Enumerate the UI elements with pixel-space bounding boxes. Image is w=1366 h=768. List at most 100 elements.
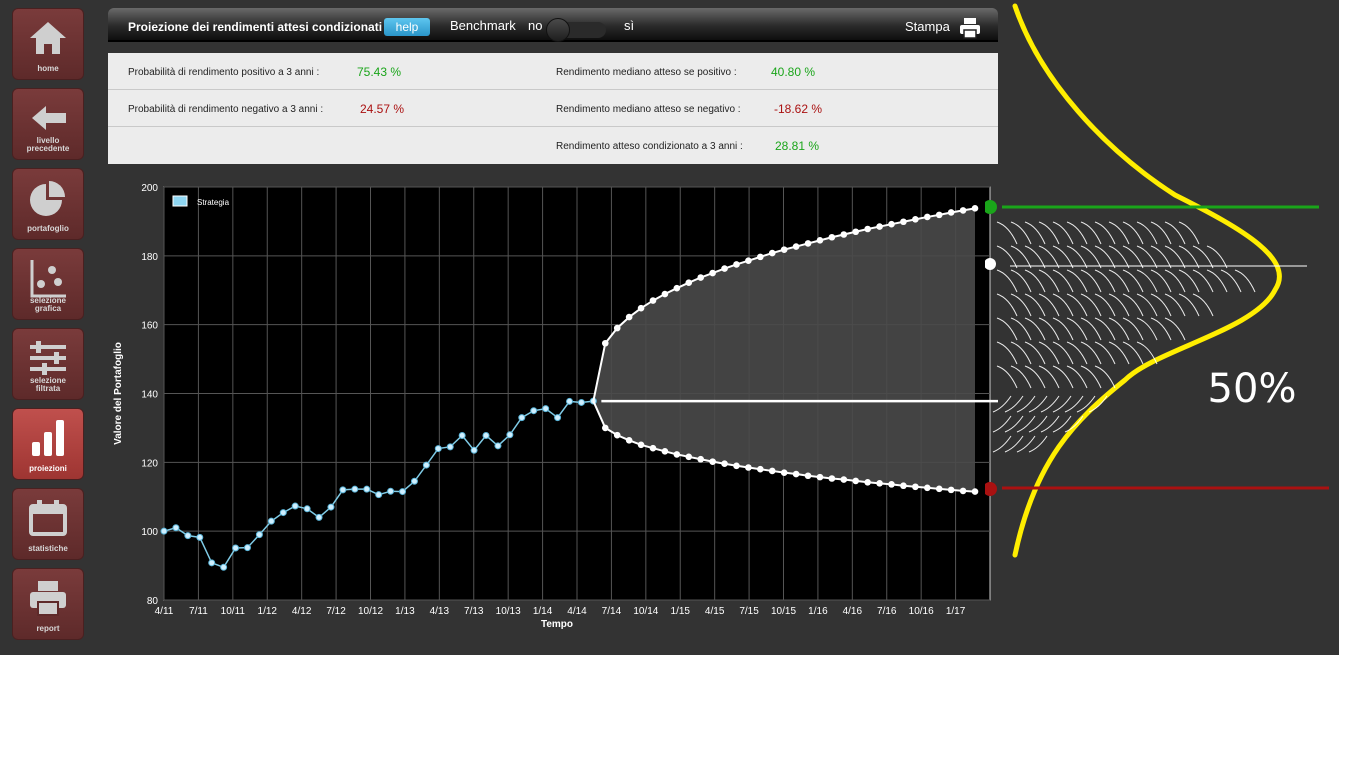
lower-bound-line-point: [876, 480, 883, 487]
series-point: [482, 431, 490, 439]
series-point: [351, 485, 359, 493]
lower-bound-line-point: [601, 424, 609, 432]
series-point: [243, 544, 251, 552]
upper-bound-line-point: [900, 218, 907, 226]
expected-marker: [985, 258, 996, 270]
upper-bound-line-point: [780, 246, 788, 253]
series-point: [363, 485, 371, 493]
x-tick-label: 10/14: [633, 606, 658, 617]
upper-bound-line-point: [912, 216, 919, 223]
nav-item-proiezioni[interactable]: proiezioni: [12, 408, 84, 480]
nav-label: home: [37, 64, 59, 73]
x-tick-label: 10/16: [909, 606, 934, 617]
lower-bound-line-point: [721, 460, 728, 468]
x-tick-label: 4/14: [567, 606, 587, 617]
nav-label: portafoglio: [27, 224, 69, 233]
lower-bound-line-point: [816, 473, 824, 481]
stats-row: Rendimento atteso condizionato a 3 anni …: [108, 127, 998, 164]
x-tick-label: 4/15: [705, 606, 725, 617]
conditional-return-label: Rendimento atteso condizionato a 3 anni …: [556, 141, 743, 152]
x-tick-label: 4/11: [155, 606, 174, 617]
negative-probability-label: Probabilità di rendimento negativo a 3 a…: [128, 104, 324, 115]
series-point: [542, 405, 550, 413]
x-tick-label: 1/13: [395, 606, 415, 617]
upper-bound-line-point: [625, 313, 633, 321]
series-point: [410, 477, 418, 485]
probability-percent-label: 50%: [1208, 366, 1297, 412]
x-tick-label: 7/13: [464, 606, 484, 617]
x-tick-label: 1/14: [533, 606, 553, 617]
x-tick-label: 7/16: [877, 606, 897, 617]
x-tick-label: 7/12: [326, 606, 346, 617]
help-button[interactable]: help: [384, 18, 430, 36]
pie-chart-icon: [13, 175, 83, 221]
nav-label: statistiche: [28, 544, 68, 553]
lower-bound-line-point: [745, 464, 752, 471]
y-tick-label: 120: [141, 458, 158, 469]
upper-bound-line-point: [947, 209, 955, 216]
header-bar: Proiezione dei rendimenti attesi condizi…: [108, 8, 998, 42]
series-point: [327, 503, 335, 511]
y-tick-label: 140: [141, 390, 158, 401]
lower-bound-line-point: [649, 444, 657, 452]
lower-bound-line-point: [685, 453, 693, 461]
upper-bound-line-point: [661, 290, 669, 298]
lower-bound-line-point: [673, 451, 681, 458]
series-point: [434, 445, 442, 453]
x-tick-label: 7/14: [602, 606, 622, 617]
series-point: [172, 524, 180, 532]
y-tick-label: 100: [141, 527, 158, 538]
nav-item-selezione-grafica[interactable]: selezione grafica: [12, 248, 84, 320]
lower-bound-line-point: [900, 482, 907, 490]
x-tick-label: 1/17: [946, 606, 966, 617]
positive-probability-label: Probabilità di rendimento positivo a 3 a…: [128, 67, 320, 78]
upper-bound-line-point: [840, 231, 848, 238]
series-point: [160, 527, 168, 535]
nav-item-selezione-filtrata[interactable]: selezione filtrata: [12, 328, 84, 400]
negative-marker: [985, 482, 997, 496]
series-point: [554, 414, 562, 422]
lower-bound-line-point: [625, 437, 633, 444]
series-point: [387, 487, 395, 495]
series-point: [399, 488, 407, 496]
median-negative-label: Rendimento mediano atteso se negativo :: [556, 104, 741, 115]
home-icon: [13, 15, 83, 61]
benchmark-label: Benchmark: [450, 18, 516, 33]
series-point: [196, 533, 204, 541]
positive-marker: [985, 200, 997, 214]
series-point: [184, 532, 192, 540]
nav-item-report[interactable]: report: [12, 568, 84, 640]
nav-item-livello-precedente[interactable]: livello precedente: [12, 88, 84, 160]
lower-bound-line-point: [804, 472, 812, 480]
benchmark-toggle-knob[interactable]: [546, 18, 570, 42]
lower-bound-line-point: [971, 488, 979, 495]
x-tick-label: 10/12: [358, 606, 383, 617]
scatter-chart-icon: [13, 255, 83, 301]
lower-bound-line-point: [637, 441, 645, 449]
app-window: home livello precedente portafoglio sele…: [0, 0, 1339, 655]
upper-bound-line-point: [709, 269, 716, 277]
upper-bound-line-point: [673, 284, 681, 292]
series-point: [506, 431, 514, 439]
printer-icon[interactable]: [959, 17, 981, 44]
upper-bound-line-point: [637, 304, 645, 312]
series-point: [255, 531, 263, 539]
lower-bound-line-point: [697, 455, 704, 463]
lower-bound-line-point: [733, 462, 740, 470]
lower-bound-line-point: [661, 448, 669, 455]
lower-bound-line-point: [864, 478, 871, 486]
nav-item-home[interactable]: home: [12, 8, 84, 80]
lower-bound-line-point: [959, 487, 967, 495]
nav-item-portafoglio[interactable]: portafoglio: [12, 168, 84, 240]
lower-bound-line-point: [768, 467, 776, 475]
upper-bound-line-point: [601, 339, 609, 347]
print-label[interactable]: Stampa: [905, 19, 950, 34]
y-tick-label: 180: [141, 252, 158, 263]
upper-bound-line-point: [792, 243, 800, 250]
stats-row: Probabilità di rendimento positivo a 3 a…: [108, 53, 998, 90]
nav-label: selezione filtrata: [29, 376, 66, 393]
upper-bound-line-point: [876, 223, 883, 230]
x-tick-label: 10/15: [771, 606, 796, 617]
series-point: [291, 502, 299, 510]
nav-item-statistiche[interactable]: statistiche: [12, 488, 84, 560]
